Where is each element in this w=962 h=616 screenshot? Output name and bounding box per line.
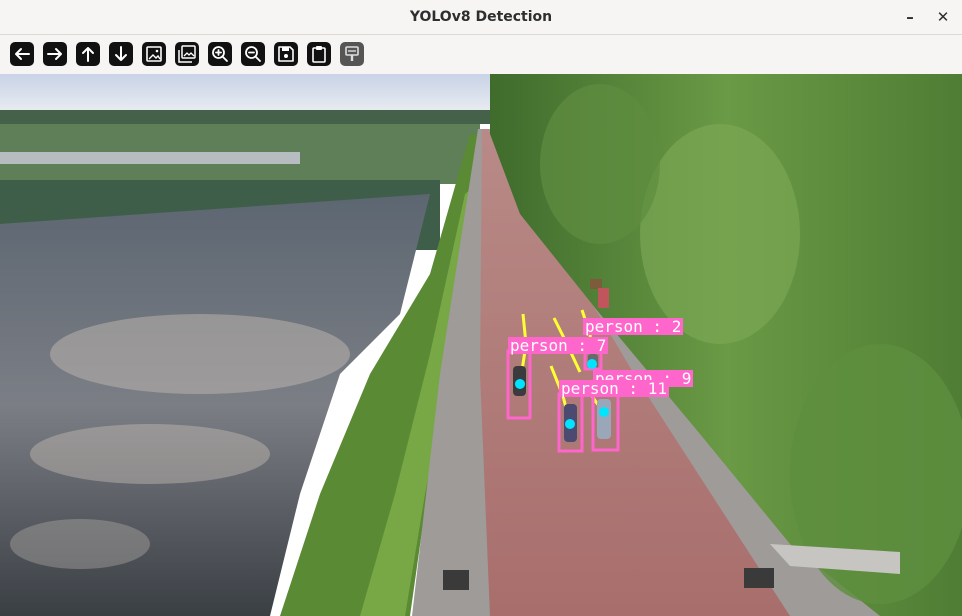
save-icon: [278, 46, 294, 62]
clipboard-icon: [312, 46, 326, 63]
arrow-right-icon: [47, 48, 62, 60]
toolbar: [0, 35, 962, 74]
images-icon: [178, 45, 196, 63]
arrow-left-icon: [15, 48, 30, 60]
forward-button[interactable]: [43, 42, 67, 66]
detection-image-viewer: person : 2 person : 7 person : 9 person …: [0, 74, 962, 616]
minimize-button[interactable]: –: [898, 5, 922, 29]
images-button[interactable]: [175, 42, 199, 66]
window-title: YOLOv8 Detection: [409, 9, 553, 25]
edit-button[interactable]: [340, 42, 364, 66]
zoom-out-icon: [245, 46, 261, 62]
up-button[interactable]: [76, 42, 100, 66]
back-button[interactable]: [10, 42, 34, 66]
zoom-in-icon: [212, 46, 228, 62]
title-bar: YOLOv8 Detection – ✕: [0, 0, 962, 35]
detection-label: person : 2: [583, 317, 684, 336]
save-button[interactable]: [274, 42, 298, 66]
zoom-in-button[interactable]: [208, 42, 232, 66]
detection-label: person : 7: [508, 336, 609, 355]
aerial-scene-image: [0, 74, 962, 616]
image-button[interactable]: [142, 42, 166, 66]
arrow-down-icon: [115, 46, 127, 61]
clipboard-button[interactable]: [307, 42, 331, 66]
zoom-out-button[interactable]: [241, 42, 265, 66]
detection-label: person : 11: [559, 379, 669, 398]
edit-icon: [345, 46, 359, 61]
image-icon: [146, 46, 162, 62]
down-button[interactable]: [109, 42, 133, 66]
close-button[interactable]: ✕: [931, 5, 955, 29]
arrow-up-icon: [82, 47, 94, 62]
